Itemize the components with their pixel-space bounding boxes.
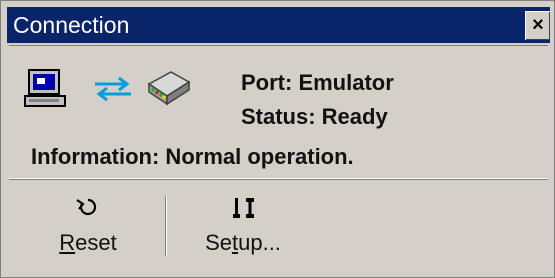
toolbar: Reset Setup... bbox=[9, 179, 548, 268]
reset-icon bbox=[76, 198, 97, 216]
reset-button[interactable]: Reset bbox=[23, 188, 153, 264]
computer-icon bbox=[24, 69, 66, 107]
exchange-arrows-icon bbox=[95, 76, 131, 102]
reset-label: Reset bbox=[59, 230, 117, 255]
information-text: Information: Normal operation. bbox=[31, 144, 354, 169]
setup-label: Setup... bbox=[205, 230, 281, 255]
setup-tools-icon bbox=[233, 198, 254, 218]
modem-icon bbox=[147, 71, 191, 106]
port-text: Port: Emulator bbox=[241, 70, 394, 95]
connection-info-panel: Port: Emulator Status: Ready Information… bbox=[9, 45, 548, 179]
title-bar[interactable]: Connection × bbox=[7, 7, 550, 43]
window-title: Connection bbox=[13, 12, 130, 38]
setup-button[interactable]: Setup... bbox=[173, 188, 313, 264]
connection-icons bbox=[23, 66, 223, 116]
status-text: Status: Ready bbox=[241, 104, 388, 129]
toolbar-separator bbox=[165, 196, 167, 256]
close-button[interactable]: × bbox=[525, 11, 550, 40]
close-icon: × bbox=[532, 14, 544, 36]
connection-window: Connection × Port: Emulator Status: Read… bbox=[0, 0, 555, 278]
